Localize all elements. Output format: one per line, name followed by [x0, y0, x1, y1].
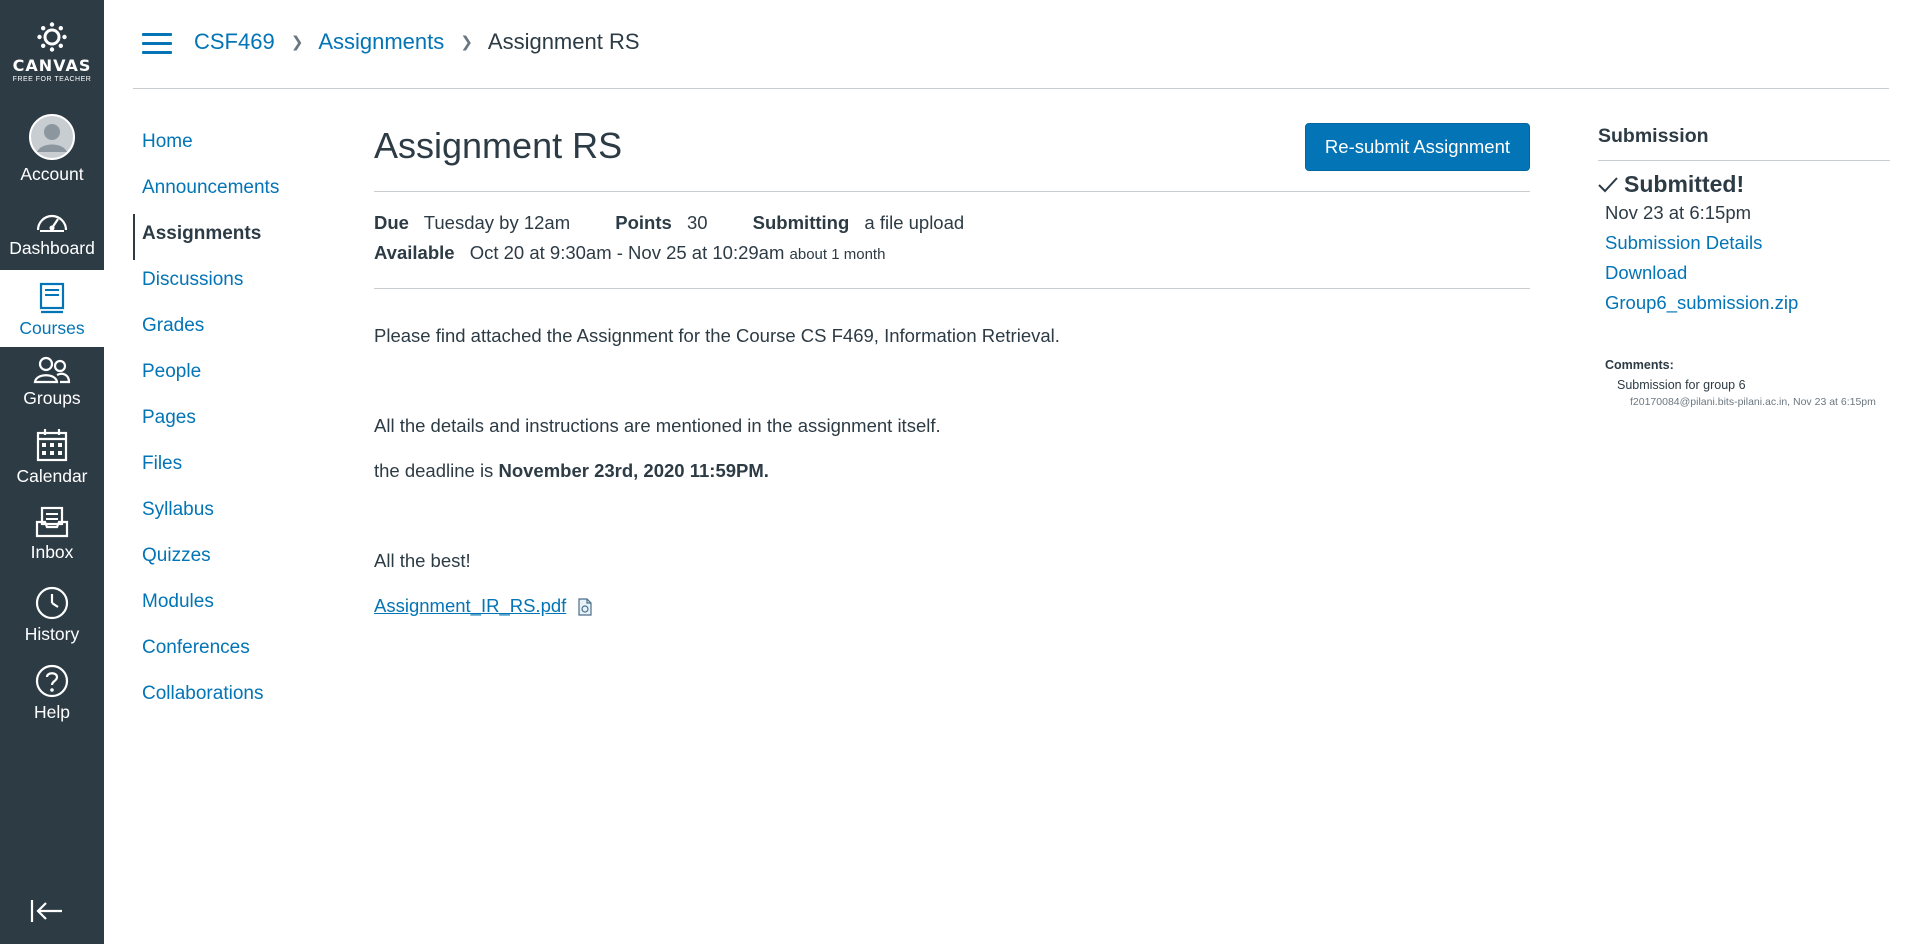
dashboard-icon	[36, 214, 68, 232]
gnav-calendar[interactable]: Calendar	[0, 428, 104, 488]
course-navigation: Home Announcements Assignments Discussio…	[133, 122, 353, 720]
comments-heading: Comments:	[1605, 358, 1674, 372]
comment-text: Submission for group 6	[1617, 378, 1746, 392]
course-nav-announcements[interactable]: Announcements	[133, 168, 353, 214]
canvas-logo-icon	[37, 22, 67, 52]
resubmit-assignment-button[interactable]: Re-submit Assignment	[1304, 123, 1530, 171]
submission-sidebar: Submission Submitted! Nov 23 at 6:15pm S…	[1598, 125, 1890, 408]
gnav-groups-label: Groups	[23, 388, 81, 408]
attachment-paragraph: Assignment_IR_RS.pdf	[374, 583, 1530, 628]
submission-details-link[interactable]: Submission Details	[1605, 232, 1762, 253]
breadcrumb: CSF469 ❯ Assignments ❯ Assignment RS	[194, 29, 640, 55]
assignment-details: Due Tuesday by 12am Points 30 Submitting…	[374, 191, 1530, 289]
breadcrumb-assignments-link[interactable]: Assignments	[318, 29, 444, 54]
canvas-logo[interactable]: CANVAS FREE FOR TEACHER	[0, 22, 104, 88]
history-icon	[35, 586, 69, 620]
available-duration: about 1 month	[789, 246, 886, 263]
course-nav-assignments[interactable]: Assignments	[133, 214, 353, 260]
gnav-courses[interactable]: Courses	[0, 270, 104, 347]
gnav-inbox[interactable]: Inbox	[0, 506, 104, 566]
collapse-nav-button[interactable]	[30, 898, 70, 928]
comments-section: Comments: Submission for group 6 f201700…	[1598, 358, 1890, 408]
submitting-value: a file upload	[864, 212, 965, 233]
course-nav-grades[interactable]: Grades	[133, 306, 353, 352]
description-paragraph: All the best!	[374, 550, 471, 571]
attachment-link[interactable]: Assignment_IR_RS.pdf	[374, 595, 566, 616]
course-nav-home[interactable]: Home	[133, 122, 353, 168]
submission-heading: Submission	[1598, 125, 1890, 161]
canvas-subtitle: FREE FOR TEACHER	[12, 76, 92, 83]
canvas-wordmark: CANVAS	[12, 56, 92, 75]
course-nav-syllabus[interactable]: Syllabus	[133, 490, 353, 536]
description-paragraph: Please find attached the Assignment for …	[374, 325, 1060, 346]
points-label: Points	[615, 212, 672, 233]
assignment-description: Please find attached the Assignment for …	[374, 313, 1530, 628]
submission-status: Submitted!	[1598, 171, 1890, 198]
breadcrumb-separator-icon: ❯	[460, 34, 473, 51]
points-value: 30	[686, 212, 708, 233]
download-row: Download	[1598, 258, 1890, 288]
submission-details-row: Submission Details	[1598, 228, 1890, 258]
deadline-date: November 23rd, 2020 11:59PM.	[498, 460, 769, 481]
course-nav-conferences[interactable]: Conferences	[133, 628, 353, 674]
calendar-icon	[36, 429, 68, 462]
course-nav-people[interactable]: People	[133, 352, 353, 398]
groups-icon	[33, 356, 71, 384]
document-preview-icon[interactable]	[577, 598, 593, 616]
page-header: CSF469 ❯ Assignments ❯ Assignment RS	[133, 0, 1889, 89]
submitted-file-link[interactable]: Group6_submission.zip	[1605, 292, 1798, 313]
avatar-icon	[29, 114, 75, 160]
gnav-help[interactable]: Help	[0, 664, 104, 724]
course-nav-collaborations[interactable]: Collaborations	[133, 674, 353, 720]
submitted-file-row: Group6_submission.zip	[1598, 288, 1890, 318]
comment-meta: f20170084@pilani.bits-pilani.ac.in, Nov …	[1630, 396, 1876, 408]
gnav-courses-label: Courses	[19, 318, 85, 338]
gnav-account-label: Account	[20, 164, 84, 184]
gnav-calendar-label: Calendar	[16, 466, 88, 486]
inbox-icon	[35, 506, 69, 538]
submission-date: Nov 23 at 6:15pm	[1605, 202, 1752, 223]
gnav-groups[interactable]: Groups	[0, 356, 104, 416]
download-link[interactable]: Download	[1605, 262, 1687, 283]
due-label: Due	[374, 212, 409, 233]
available-value: Oct 20 at 9:30am - Nov 25 at 10:29am	[469, 242, 785, 263]
course-nav-pages[interactable]: Pages	[133, 398, 353, 444]
checkmark-icon	[1598, 176, 1618, 192]
breadcrumb-separator-icon: ❯	[290, 34, 304, 51]
hamburger-menu-icon[interactable]	[142, 33, 172, 55]
submitting-label: Submitting	[752, 212, 850, 233]
gnav-dashboard-label: Dashboard	[9, 238, 95, 258]
submission-status-text: Submitted!	[1624, 171, 1745, 197]
details-row: Due Tuesday by 12am Points 30 Submitting…	[374, 208, 1530, 238]
gnav-account[interactable]: Account	[0, 114, 104, 184]
course-nav-files[interactable]: Files	[133, 444, 353, 490]
assignment-content: Assignment RS Re-submit Assignment Due T…	[374, 105, 1530, 628]
breadcrumb-current: Assignment RS	[487, 29, 640, 54]
available-label: Available	[374, 242, 455, 263]
collapse-arrow-icon	[30, 900, 62, 922]
gnav-history[interactable]: History	[0, 586, 104, 646]
course-nav-discussions[interactable]: Discussions	[133, 260, 353, 306]
description-paragraph: All the details and instructions are men…	[374, 415, 941, 436]
breadcrumb-course-link[interactable]: CSF469	[194, 29, 275, 54]
due-value: Tuesday by 12am	[423, 212, 571, 233]
availability-row: Available Oct 20 at 9:30am - Nov 25 at 1…	[374, 238, 1530, 270]
course-nav-quizzes[interactable]: Quizzes	[133, 536, 353, 582]
courses-icon	[39, 282, 65, 314]
deadline-paragraph: the deadline is November 23rd, 2020 11:5…	[374, 448, 1530, 493]
gnav-help-label: Help	[34, 702, 70, 722]
gnav-inbox-label: Inbox	[30, 542, 74, 562]
help-icon	[35, 664, 69, 698]
global-navigation: CANVAS FREE FOR TEACHER Account Dashboar…	[0, 0, 104, 944]
course-nav-modules[interactable]: Modules	[133, 582, 353, 628]
deadline-prefix: the deadline is	[374, 460, 499, 481]
gnav-history-label: History	[24, 624, 80, 644]
gnav-dashboard[interactable]: Dashboard	[0, 208, 104, 268]
